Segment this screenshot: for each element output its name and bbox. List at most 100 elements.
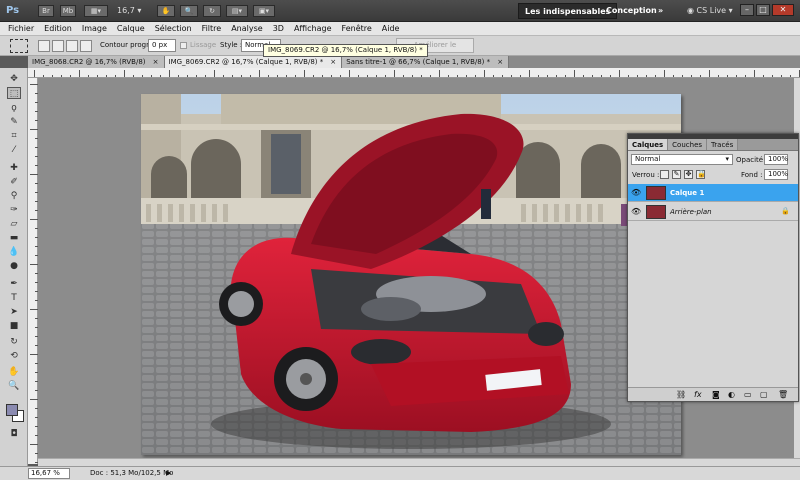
tab-traces[interactable]: Tracés xyxy=(707,139,739,150)
chevron-down-icon: ▾ xyxy=(725,155,729,163)
ruler-tick xyxy=(574,70,575,77)
lock-transparency-icon[interactable] xyxy=(660,170,669,179)
link-icon[interactable]: ⛓ xyxy=(676,390,686,399)
rotate-view-button[interactable]: ↻ xyxy=(203,5,221,17)
menu-image[interactable]: Image xyxy=(82,24,107,33)
feather-input[interactable]: 0 px xyxy=(148,39,176,52)
screen-mode-button[interactable]: ▣▾ xyxy=(253,5,275,17)
dodge-icon[interactable]: ● xyxy=(7,260,21,272)
opacity-label: Opacité : xyxy=(736,156,768,164)
type-icon[interactable]: T xyxy=(7,292,21,304)
new-selection-mode[interactable] xyxy=(38,40,50,52)
foreground-color-swatch[interactable] xyxy=(6,404,18,416)
tab-img-8068[interactable]: IMG_8068.CR2 @ 16,7% (RVB/8) × xyxy=(28,56,165,68)
lock-position-icon[interactable]: ✥ xyxy=(684,170,693,179)
subtract-selection-mode[interactable] xyxy=(66,40,78,52)
lock-icon: 🔒 xyxy=(781,207,790,215)
close-tab-icon[interactable]: × xyxy=(152,58,160,66)
add-selection-mode[interactable] xyxy=(52,40,64,52)
heal-brush-icon[interactable]: ✚ xyxy=(7,162,21,174)
status-zoom-input[interactable]: 16,67 % xyxy=(28,468,70,479)
marquee-preset-icon[interactable] xyxy=(10,39,28,53)
close-tab-icon[interactable]: × xyxy=(496,58,504,66)
doc-size-info: Doc : 51,3 Mo/102,5 Mo xyxy=(90,469,174,477)
blur-icon[interactable]: 💧 xyxy=(7,246,21,258)
menu-filtre[interactable]: Filtre xyxy=(202,24,222,33)
fx-icon[interactable]: fx xyxy=(694,390,702,399)
adjustment-icon[interactable]: ◐ xyxy=(728,390,735,399)
arrange-docs-button[interactable]: ▤▾ xyxy=(226,5,248,17)
ruler-tick xyxy=(30,174,38,175)
horizontal-scrollbar[interactable] xyxy=(38,458,800,466)
zoom-level-select[interactable]: 16,7 ▾ xyxy=(117,5,149,17)
eye-icon[interactable]: 👁 xyxy=(631,188,641,197)
menu-calque[interactable]: Calque xyxy=(117,24,145,33)
blend-mode-select[interactable]: Normal ▾ xyxy=(631,154,733,165)
3d-rotate-icon[interactable]: ↻ xyxy=(7,336,21,348)
mask-icon[interactable]: ◙ xyxy=(712,390,720,399)
shape-icon[interactable]: ■ xyxy=(7,320,21,332)
close-button[interactable]: ✕ xyxy=(772,4,794,16)
quick-mask-icon[interactable]: ◘ xyxy=(7,428,21,440)
path-select-icon[interactable]: ➤ xyxy=(7,306,21,318)
quick-select-icon[interactable]: ✎ xyxy=(7,116,21,128)
layer-arriere-plan[interactable]: 👁 Arrière-plan 🔒 xyxy=(628,203,798,221)
lock-all-icon[interactable]: 🔒 xyxy=(696,170,706,179)
document-tooltip: IMG_8069.CR2 @ 16,7% (Calque 1, RVB/8) * xyxy=(263,44,428,57)
lock-pixels-icon[interactable]: ✎ xyxy=(672,170,681,179)
status-menu-arrow[interactable]: ▶ xyxy=(166,469,171,477)
fill-input[interactable]: 100% xyxy=(764,169,788,180)
ruler-tick xyxy=(30,84,38,85)
eye-icon[interactable]: 👁 xyxy=(631,207,641,216)
lasso-tool-icon[interactable]: ϙ xyxy=(7,102,21,114)
eyedropper-icon[interactable]: ⁄ xyxy=(7,144,21,156)
intersect-selection-mode[interactable] xyxy=(80,40,92,52)
layer-calque-1[interactable]: 👁 Calque 1 xyxy=(628,184,798,202)
restore-button[interactable]: □ xyxy=(756,4,770,16)
minimize-button[interactable]: – xyxy=(740,4,754,16)
menu-analyse[interactable]: Analyse xyxy=(231,24,263,33)
marquee-tool-icon[interactable]: ⬚ xyxy=(7,87,21,99)
eraser-icon[interactable]: ▱ xyxy=(7,218,21,230)
bridge-button[interactable]: Br xyxy=(38,5,54,17)
new-layer-icon[interactable]: ▢ xyxy=(760,390,768,399)
menu-fichier[interactable]: Fichier xyxy=(8,24,34,33)
tab-img-8069[interactable]: IMG_8069.CR2 @ 16,7% (Calque 1, RVB/8) *… xyxy=(164,56,343,68)
menu-edition[interactable]: Edition xyxy=(44,24,72,33)
crop-tool-icon[interactable]: ⌗ xyxy=(7,130,21,142)
zoom-icon[interactable]: 🔍 xyxy=(7,380,21,392)
ruler-tick xyxy=(484,70,485,77)
tab-couches[interactable]: Couches xyxy=(668,139,708,150)
lock-label: Verrou : xyxy=(632,171,660,179)
3d-camera-icon[interactable]: ⟲ xyxy=(7,350,21,362)
zoom-mode-button[interactable]: 🔍 xyxy=(180,5,198,17)
document-image[interactable] xyxy=(141,94,681,455)
menu-aide[interactable]: Aide xyxy=(382,24,400,33)
trash-icon[interactable]: 🗑 xyxy=(778,390,788,399)
pen-icon[interactable]: ✒ xyxy=(7,278,21,290)
move-tool-icon[interactable]: ✥ xyxy=(7,73,21,85)
close-tab-icon[interactable]: × xyxy=(329,58,337,66)
stamp-icon[interactable]: ⚲ xyxy=(7,190,21,202)
gradient-icon[interactable]: ▬ xyxy=(7,232,21,244)
lock-row: Verrou : ✎ ✥ 🔒 Fond : 100% xyxy=(628,168,798,182)
ruler-tick xyxy=(30,129,38,130)
menu-affichage[interactable]: Affichage xyxy=(294,24,332,33)
hand-icon[interactable]: ✋ xyxy=(7,366,21,378)
cs-live-menu[interactable]: ◉ CS Live ▾ xyxy=(687,4,733,18)
extras-button[interactable]: ▦▾ xyxy=(84,5,108,17)
group-icon[interactable]: ▭ xyxy=(744,390,752,399)
tab-sans-titre-1[interactable]: Sans titre-1 @ 66,7% (Calque 1, RVB/8) *… xyxy=(342,56,510,68)
panel-tabs: Calques Couches Tracés xyxy=(628,139,798,151)
antialias-checkbox[interactable] xyxy=(180,42,187,49)
history-brush-icon[interactable]: ✑ xyxy=(7,204,21,216)
brush-icon[interactable]: ✐ xyxy=(7,176,21,188)
minibridge-button[interactable]: Mb xyxy=(60,5,76,17)
menu-3d[interactable]: 3D xyxy=(273,24,284,33)
hand-mode-button[interactable]: ✋ xyxy=(157,5,175,17)
more-workspaces-button[interactable]: » xyxy=(652,3,669,19)
tab-calques[interactable]: Calques xyxy=(628,139,669,150)
menu-fenetre[interactable]: Fenêtre xyxy=(342,24,372,33)
opacity-input[interactable]: 100% xyxy=(764,154,788,165)
menu-selection[interactable]: Sélection xyxy=(155,24,192,33)
